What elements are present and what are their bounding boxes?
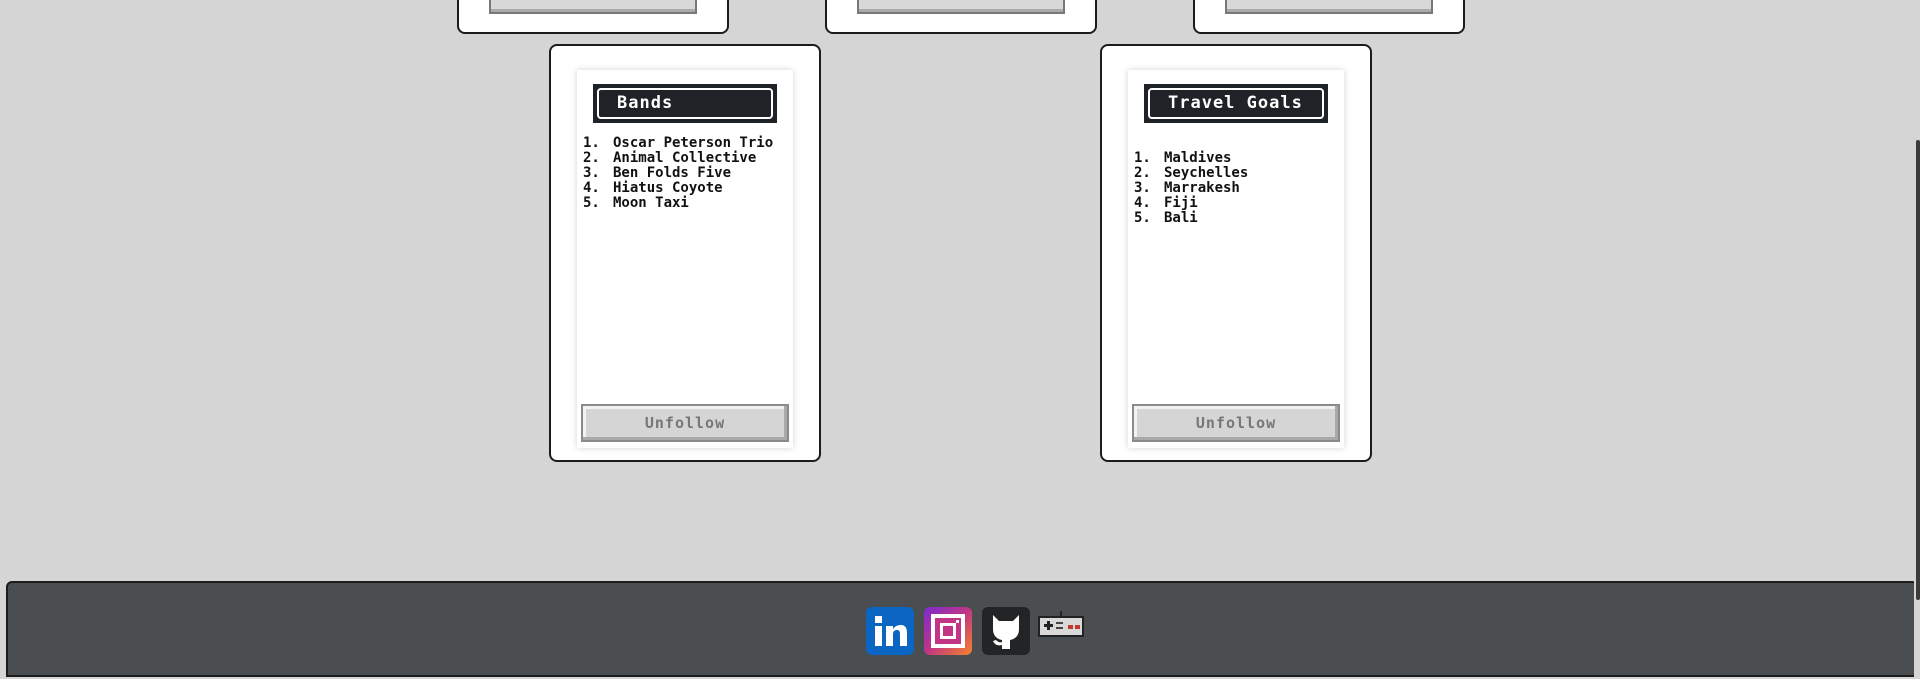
list-item: 2. Seychelles: [1134, 165, 1249, 181]
card-partial: [457, 0, 729, 34]
unfollow-button-partial[interactable]: [857, 0, 1065, 14]
card-list: 1. Maldives 2. Seychelles 3. Marrakesh 4. Fi…: [1134, 151, 1340, 226]
gamepad-icon[interactable]: [1038, 611, 1084, 637]
scrollbar[interactable]: [1914, 0, 1920, 679]
list-card-inner: Bands 1. Oscar Peterson Trio 2. Animal Col…: [577, 70, 793, 448]
unfollow-button-partial[interactable]: [489, 0, 697, 14]
list-item: 4. Hiatus Coyote: [583, 180, 723, 196]
list-item: 3. Ben Folds Five: [583, 165, 732, 181]
list-card-travel-goals: Travel Goals 1. Maldives 2. Seychelles 3. M…: [1100, 44, 1372, 462]
list-item: 1. Oscar Peterson Trio: [583, 135, 774, 151]
list-item: 2. Animal Collective: [583, 150, 757, 166]
card-partial: [1193, 0, 1465, 34]
list-item: 4. Fiji: [1134, 195, 1198, 211]
list-item: 5. Bali: [1134, 210, 1198, 226]
card-list: 1. Oscar Peterson Trio 2. Animal Collectiv…: [583, 136, 789, 211]
card-partial: [825, 0, 1097, 34]
unfollow-button-partial[interactable]: [1225, 0, 1433, 14]
list-item: 5. Moon Taxi: [583, 195, 689, 211]
card-title-box: Travel Goals: [1144, 84, 1328, 123]
footer: [6, 581, 1918, 677]
unfollow-button[interactable]: Unfollow: [1132, 404, 1340, 442]
list-item: 1. Maldives: [1134, 150, 1232, 166]
list-card-bands: Bands 1. Oscar Peterson Trio 2. Animal Col…: [549, 44, 821, 462]
list-item: 3. Marrakesh: [1134, 180, 1240, 196]
unfollow-button[interactable]: Unfollow: [581, 404, 789, 442]
card-title: Travel Goals: [1148, 88, 1324, 119]
github-icon[interactable]: [982, 607, 1030, 655]
card-title: Bands: [597, 88, 773, 119]
instagram-icon[interactable]: [924, 607, 972, 655]
card-title-box: Bands: [593, 84, 777, 123]
list-card-inner: Travel Goals 1. Maldives 2. Seychelles 3. M…: [1128, 70, 1344, 448]
linkedin-icon[interactable]: [866, 607, 914, 655]
scrollbar-thumb[interactable]: [1916, 140, 1920, 600]
